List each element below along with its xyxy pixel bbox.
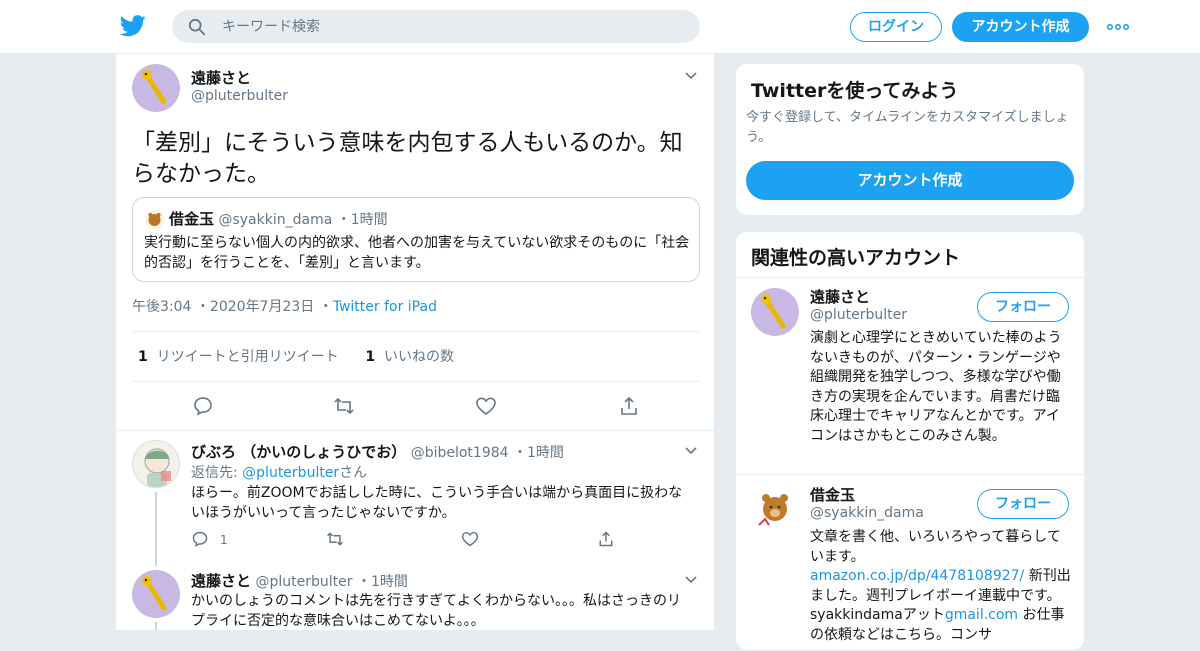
account-bio: 演劇と心理学にときめいていた棒のようないきものが、パターン・ランゲージや組織開発… <box>810 330 1062 444</box>
quoted-tweet-time: 1時間 <box>350 212 388 228</box>
reply-header: 遠藤さと @pluterbulter ・1時間 <box>191 570 408 591</box>
avatar[interactable] <box>132 570 180 618</box>
retweet-stat[interactable]: 1 リツイートと引用リツイート <box>138 349 339 365</box>
share-icon[interactable] <box>618 395 640 417</box>
search-icon <box>188 18 206 36</box>
quoted-tweet[interactable]: 借金玉 @syakkin_dama ・1時間 実行動に至らない個人の内的欲求、他… <box>132 197 700 282</box>
card-title: Twitterを使ってみよう <box>751 80 959 102</box>
card-subtitle: 今すぐ登録して、タイムラインをカスタマイズしましょう。 <box>746 110 1069 145</box>
account-handle[interactable]: @syakkin_dama <box>810 505 924 521</box>
thread-line <box>155 622 157 630</box>
card-title: 関連性の高いアカウント <box>751 247 961 269</box>
account-item[interactable]: 借金玉 @syakkin_dama フォロー 文章を書く他、いろいろやって暮らし… <box>736 475 1084 650</box>
account-item[interactable]: 遠藤さと @pluterbulter フォロー 演劇と心理学にときめいていた棒の… <box>736 278 1084 474</box>
reply-time[interactable]: 1時間 <box>527 445 564 461</box>
relevant-accounts-card: 関連性の高いアカウント 遠藤さと @pluterbulter フォロー 演劇と心… <box>735 231 1085 651</box>
thread-line <box>155 492 157 566</box>
follow-button[interactable]: フォロー <box>977 489 1069 519</box>
chevron-down-icon[interactable] <box>685 72 697 80</box>
quoted-author-name: 借金玉 <box>169 210 215 228</box>
retweet-icon[interactable] <box>333 395 355 417</box>
tweet-author-name[interactable]: 遠藤さと <box>191 67 251 88</box>
avatar[interactable] <box>751 288 799 336</box>
avatar[interactable] <box>751 485 799 533</box>
like-stat[interactable]: 1 いいねの数 <box>365 349 454 365</box>
reply-text: ほらー。前ZOOMでお話しした時に、こういう手合いは端から真面目に扱わないほうが… <box>191 485 683 521</box>
like-stat-label: いいねの数 <box>384 349 455 365</box>
divider <box>132 331 700 332</box>
main-timeline-column: 遠藤さと @pluterbulter 「差別」にそういう意味を内包する人もいるの… <box>115 54 715 630</box>
try-twitter-card: Twitterを使ってみよう 今すぐ登録して、タイムラインをカスタマイズしましょ… <box>735 63 1085 216</box>
account-bio: 文章を書く他、いろいろやって暮らしています。 amazon.co.jp/dp/44… <box>810 528 1072 645</box>
follow-button[interactable]: フォロー <box>977 292 1069 322</box>
quoted-author-handle: @syakkin_dama <box>218 212 333 228</box>
separator-dot: ・ <box>513 445 527 461</box>
reply-author-handle[interactable]: @pluterbulter <box>255 574 352 590</box>
separator-dot: ・ <box>336 212 351 228</box>
account-bio-text: 文章を書く他、いろいろやって暮らしています。 <box>810 529 1061 565</box>
reply-icon[interactable] <box>192 395 214 417</box>
tweet-text: 「差別」にそういう意味を内包する人もいるのか。知らなかった。 <box>132 130 683 187</box>
reply-author-handle[interactable]: @bibelot1984 <box>411 445 509 461</box>
divider <box>132 381 700 382</box>
signup-button[interactable]: アカウント作成 <box>746 161 1074 200</box>
drawn-person-icon <box>144 448 171 487</box>
bio-link[interactable]: gmail.com <box>945 607 1018 623</box>
reply-to-link[interactable]: @pluterbulter <box>242 465 339 481</box>
tweet-timestamp: 午後3:04 ・2020年7月23日 ・Twitter for iPad <box>132 296 437 316</box>
login-button[interactable]: ログイン <box>850 12 942 42</box>
retweet-icon[interactable] <box>326 530 344 548</box>
reply-count: 1 <box>220 533 228 547</box>
tweet-time[interactable]: 午後3:04 <box>132 299 191 315</box>
search-input[interactable] <box>222 10 682 43</box>
share-icon[interactable] <box>597 530 615 548</box>
account-handle[interactable]: @pluterbulter <box>810 307 907 323</box>
retweet-count: 1 <box>138 349 148 365</box>
stick-creature-icon <box>761 294 786 329</box>
quoted-tweet-text: 実行動に至らない個人の内的欲求、他者への加害を与えていない欲求そのものに「社会的… <box>144 235 690 271</box>
reply-text: かいのしょうのコメントは先を行きすぎてよくわからない。。。私はさっきのリプライに… <box>191 593 681 629</box>
separator-dot: ・ <box>318 299 333 315</box>
avatar[interactable] <box>132 64 180 112</box>
account-name[interactable]: 借金玉 <box>810 484 855 505</box>
heart-icon[interactable] <box>475 395 497 417</box>
more-options-icon[interactable] <box>1107 24 1129 30</box>
tweet-source-link[interactable]: Twitter for iPad <box>333 299 437 315</box>
divider <box>116 430 714 431</box>
retweet-stat-label: リツイートと引用リツイート <box>156 349 339 365</box>
reply-to-prefix: 返信先: <box>191 465 243 481</box>
reply-author-name[interactable]: びぶろ （かいのしょうひでお） <box>191 443 406 461</box>
top-navigation-bar: ログイン アカウント作成 <box>0 0 1200 54</box>
signup-button[interactable]: アカウント作成 <box>952 12 1089 42</box>
account-name[interactable]: 遠藤さと <box>810 286 870 307</box>
reply-to-line: 返信先: @pluterbulterさん <box>191 462 367 482</box>
reply-to-suffix: さん <box>339 465 368 481</box>
separator-dot: ・ <box>195 299 210 315</box>
tweet-date[interactable]: 2020年7月23日 <box>210 299 314 315</box>
bear-avatar-icon <box>758 494 788 526</box>
reply-time[interactable]: 1時間 <box>371 574 408 590</box>
search-bar[interactable] <box>172 10 700 43</box>
heart-icon[interactable] <box>461 530 479 548</box>
bear-avatar-icon <box>145 210 164 229</box>
quoted-tweet-header: 借金玉 @syakkin_dama ・1時間 <box>169 208 388 229</box>
chevron-down-icon[interactable] <box>685 576 697 584</box>
reply-header: びぶろ （かいのしょうひでお） @bibelot1984 ・1時間 <box>191 441 564 462</box>
bio-link[interactable]: amazon.co.jp/dp/4478108927/ <box>810 568 1024 584</box>
chevron-down-icon[interactable] <box>685 447 697 455</box>
twitter-bird-logo-icon[interactable] <box>120 14 146 38</box>
avatar[interactable] <box>132 440 180 488</box>
stick-creature-icon <box>142 576 167 611</box>
tweet-stats: 1 リツイートと引用リツイート 1 いいねの数 <box>138 346 454 366</box>
reply-icon[interactable] <box>191 530 209 548</box>
reply-author-name[interactable]: 遠藤さと <box>191 572 251 590</box>
stick-creature-icon <box>142 70 167 105</box>
tweet-author-handle[interactable]: @pluterbulter <box>191 88 288 104</box>
like-count: 1 <box>365 349 376 365</box>
separator-dot: ・ <box>356 574 371 590</box>
